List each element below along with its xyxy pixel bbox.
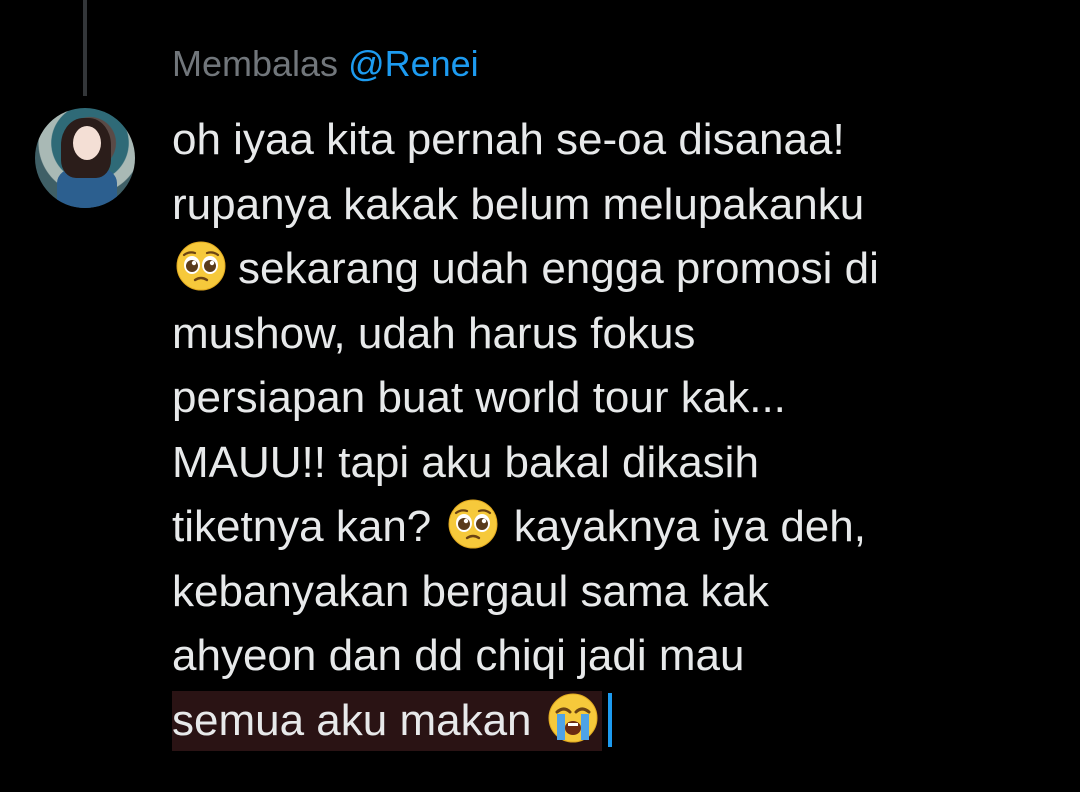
tweet-line-7-after: kayaknya iya deh, xyxy=(513,502,866,551)
tweet-text[interactable]: oh iyaa kita pernah se-oa disanaa! rupan… xyxy=(172,108,1072,753)
replying-to-label: Membalas xyxy=(172,43,339,84)
thread-connector-line xyxy=(83,0,87,96)
pleading-face-emoji-icon xyxy=(176,241,226,291)
tweet-line-4: mushow, udah harus fokus xyxy=(172,308,696,358)
tweet-line-2: rupanya kakak belum melupakanku xyxy=(172,179,865,229)
tweet-line-7: tiketnya kan? kayaknya iya deh, xyxy=(172,495,1072,560)
tweet-line-9: ahyeon dan dd chiqi jadi mau xyxy=(172,631,745,680)
tweet-line-7-before: tiketnya kan? xyxy=(172,502,432,551)
tweet-line-8: kebanyakan bergaul sama kak xyxy=(172,566,769,616)
avatar-face xyxy=(73,126,101,160)
tweet-line-3: sekarang udah engga promosi di xyxy=(172,237,1072,302)
tweet-line-5: persiapan buat world tour kak... xyxy=(172,373,786,422)
replying-to: Membalas @Renei xyxy=(172,38,479,90)
loudly-crying-face-emoji-icon xyxy=(548,693,598,742)
tweet-line-10-text: semua aku makan xyxy=(172,695,532,745)
tweet-line-6: MAUU!! tapi aku bakal dikasih xyxy=(172,437,759,487)
avatar[interactable] xyxy=(35,108,135,208)
tweet-line-10: semua aku makan xyxy=(172,689,1072,754)
selected-text-highlight[interactable]: semua aku makan xyxy=(172,690,602,751)
mention-link[interactable]: @Renei xyxy=(348,43,479,84)
text-cursor xyxy=(607,692,612,747)
pleading-face-emoji-icon xyxy=(448,499,498,549)
tweet-line-1: oh iyaa kita pernah se-oa disanaa! xyxy=(172,115,845,164)
tweet-line-3-text: sekarang udah engga promosi di xyxy=(238,244,879,293)
